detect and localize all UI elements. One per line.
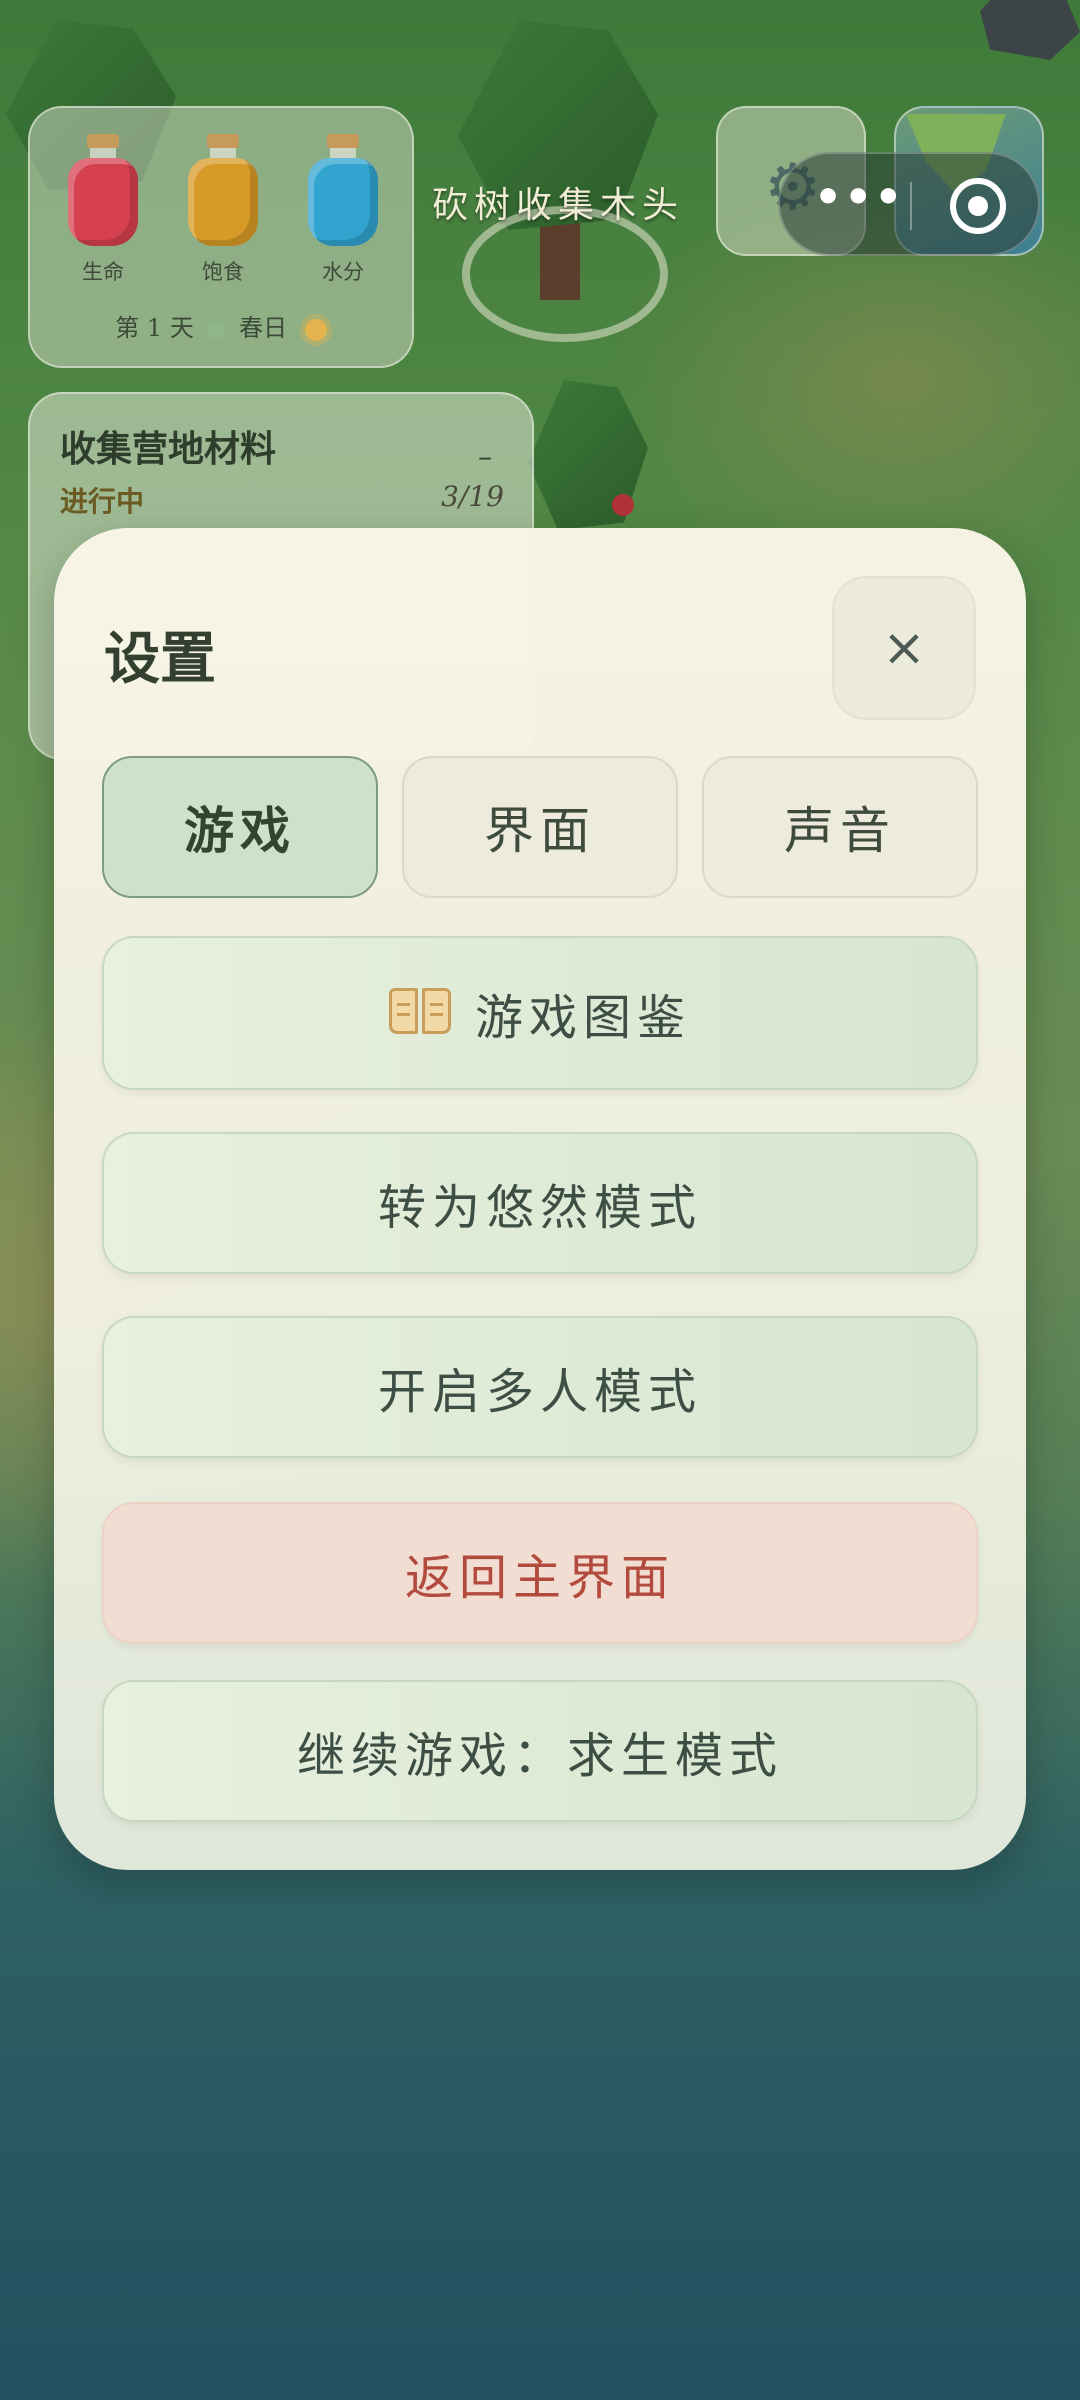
season-dot-icon [207,320,226,339]
encyclopedia-button[interactable]: 游戏图鉴 [102,936,978,1090]
quest-status: 进行中 [60,485,145,518]
more-icon[interactable]: ••• [814,176,904,220]
tab-interface[interactable]: 界面 [402,756,678,898]
relax-mode-button[interactable]: 转为悠然模式 [102,1132,978,1274]
main-menu-button[interactable]: 返回主界面 [102,1502,978,1644]
book-icon [388,988,451,1038]
hunger-bottle: 饱食 [188,134,258,286]
day-suffix: 天 [169,314,194,342]
health-label: 生命 [82,260,124,284]
miniprogram-capsule: ••• [778,152,1040,256]
health-bottle: 生命 [68,134,138,286]
settings-modal: 设置 × 游戏 界面 声音 游戏图鉴 转为悠然模式 开启多人模式 返回主界面 继… [54,528,1026,1870]
quest-title: 收集营地材料 [60,428,277,470]
main-menu-label: 返回主界面 [404,1550,675,1606]
multiplayer-label: 开启多人模式 [377,1364,702,1420]
tab-label: 声音 [784,802,896,860]
quest-collapse[interactable]: – [478,440,492,473]
bottle-cork [327,134,359,148]
tab-sound[interactable]: 声音 [702,756,978,898]
multiplayer-button[interactable]: 开启多人模式 [102,1316,978,1458]
bottle-neck [330,148,356,158]
relax-mode-label: 转为悠然模式 [377,1180,702,1236]
quest-hint: 砍树收集木头 [432,185,685,226]
tree-right [528,380,648,540]
continue-label: 继续游戏：求生模式 [296,1728,783,1784]
tab-label: 界面 [484,802,596,860]
tab-label: 游戏 [184,801,296,860]
day-number: 1 [146,314,163,342]
modal-title: 设置 [104,626,216,692]
close-button[interactable]: × [832,576,976,720]
day-indicator: 第 1 天 春日 [30,308,412,343]
water-bottle-body [308,158,378,246]
hunger-bottle-body [188,158,258,246]
berry-item[interactable] [612,494,634,516]
bottle-cork [87,134,119,148]
health-bottle-body [68,158,138,246]
game-screen: 生命 饱食 水分 第 1 天 春日 砍树收集木头 ⚙ ••• [0,0,1080,2400]
tab-game[interactable]: 游戏 [102,756,378,898]
bottle-neck [210,148,236,158]
bottle-neck [90,148,116,158]
sun-icon [304,318,327,341]
water-bottle: 水分 [308,134,378,286]
day-prefix: 第 [115,314,140,342]
hunger-label: 饱食 [202,260,244,284]
target-icon[interactable] [950,178,1006,234]
rock-top-right [980,0,1080,60]
continue-button[interactable]: 继续游戏：求生模式 [102,1680,978,1822]
capsule-divider [910,182,912,230]
season-label: 春日 [239,314,288,342]
bottle-cork [207,134,239,148]
water-label: 水分 [322,260,364,284]
encyclopedia-label: 游戏图鉴 [474,990,691,1046]
close-icon: × [882,618,926,678]
quest-progress: 3/19 [441,480,504,513]
status-panel: 生命 饱食 水分 第 1 天 春日 [28,106,414,368]
